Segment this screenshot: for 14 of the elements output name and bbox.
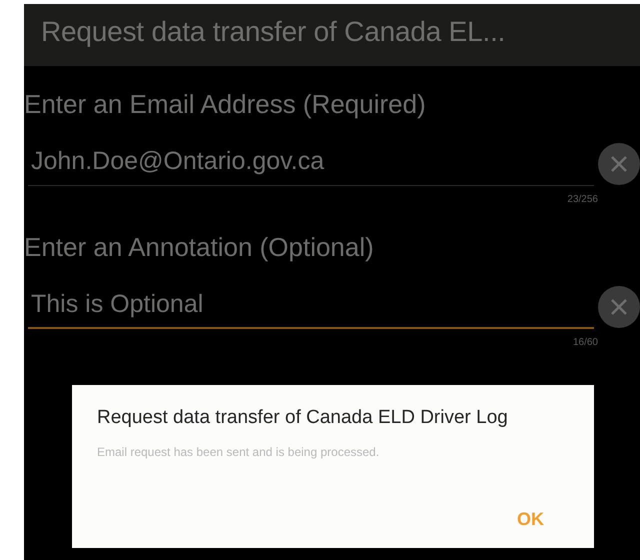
input-field[interactable]: This is Optional (28, 285, 594, 329)
ok-button[interactable]: OK (511, 505, 550, 534)
character-counter: 16/60 (572, 337, 598, 348)
dialog-message: Email request has been sent and is being processed. (97, 445, 380, 459)
input-field[interactable]: John.Doe@Ontario.gov.ca (28, 142, 594, 186)
screen-title: Request data transfer of Canada EL... (41, 16, 506, 47)
character-counter: 23/256 (566, 194, 598, 205)
field-label: Enter an Email Address (Required) (24, 88, 426, 120)
clear-button[interactable] (598, 143, 640, 185)
clear-button[interactable] (598, 286, 640, 328)
dialog-title: Request data transfer of Canada ELD Driver Log (97, 407, 509, 429)
field-label: Enter an Annotation (Optional) (24, 231, 374, 263)
close-icon (609, 297, 629, 317)
close-icon (609, 154, 629, 174)
